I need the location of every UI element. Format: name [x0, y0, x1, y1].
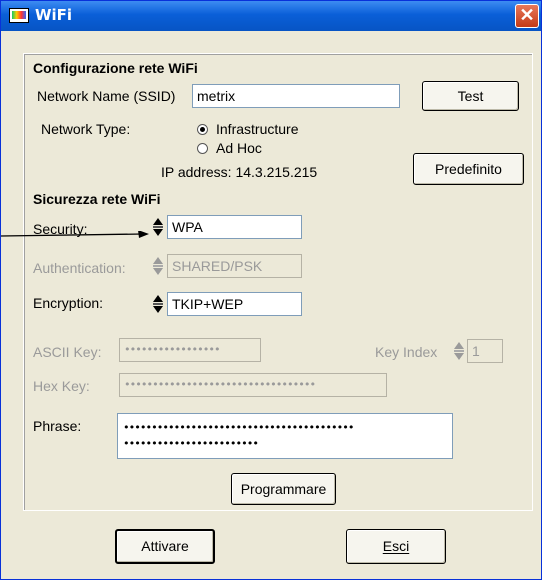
hex-key-field[interactable]: •••••••••••••••••••••••••••••••••• — [119, 373, 387, 397]
ssid-input[interactable]: metrix — [192, 84, 400, 108]
program-button[interactable]: Programmare — [231, 473, 336, 505]
adhoc-label: Ad Hoc — [216, 140, 262, 156]
exit-button[interactable]: Esci — [346, 529, 446, 564]
security-spinner[interactable] — [153, 216, 163, 238]
app-icon — [9, 8, 29, 23]
ssid-label: Network Name (SSID) — [37, 88, 176, 104]
security-field[interactable]: WPA — [167, 215, 302, 239]
key-index-label: Key Index — [375, 344, 438, 360]
encryption-spinner[interactable] — [153, 293, 163, 315]
infrastructure-radio[interactable] — [197, 124, 208, 135]
infrastructure-label: Infrastructure — [216, 121, 299, 137]
phrase-line-1: ••••••••••••••••••••••••••••••••••••••••… — [123, 421, 355, 434]
test-button[interactable]: Test — [422, 81, 519, 111]
authentication-field[interactable]: SHARED/PSK — [167, 254, 302, 278]
ascii-key-label: ASCII Key: — [33, 344, 102, 360]
title-bar: WiFi ✕ — [1, 1, 541, 31]
encryption-field[interactable]: TKIP+WEP — [167, 292, 302, 316]
window-title: WiFi — [35, 6, 73, 24]
security-label: Security: — [33, 221, 88, 237]
security-header: Sicurezza rete WiFi — [33, 191, 161, 207]
key-index-spinner[interactable] — [454, 340, 464, 362]
key-index-field[interactable]: 1 — [467, 339, 503, 363]
network-type-label: Network Type: — [41, 121, 131, 137]
hex-key-label: Hex Key: — [33, 378, 90, 394]
phrase-field[interactable]: ••••••••••••••••••••••••••••••••••••••••… — [117, 413, 453, 459]
wifi-window: WiFi ✕ Configurazione rete WiFi Network … — [0, 0, 542, 580]
phrase-line-2: •••••••••••••••••••••••• — [123, 437, 259, 450]
phrase-label: Phrase: — [33, 418, 82, 434]
ip-address: IP address: 14.3.215.215 — [161, 164, 318, 180]
authentication-spinner[interactable] — [153, 255, 163, 277]
ascii-key-field[interactable]: ••••••••••••••••• — [119, 338, 261, 362]
activate-button[interactable]: Attivare — [115, 529, 215, 564]
adhoc-radio[interactable] — [197, 143, 208, 154]
close-icon[interactable]: ✕ — [515, 4, 539, 28]
config-header: Configurazione rete WiFi — [33, 60, 198, 76]
default-button[interactable]: Predefinito — [413, 153, 524, 185]
authentication-label: Authentication: — [33, 260, 126, 276]
encryption-label: Encryption: — [33, 295, 104, 311]
